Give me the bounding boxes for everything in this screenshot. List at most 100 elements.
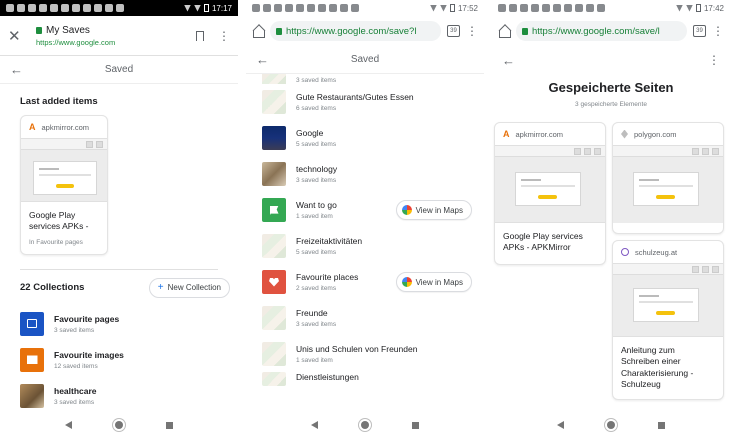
list-item[interactable]: Favourite places 2 saved items View in Ma…	[246, 264, 484, 300]
bookmark-icon[interactable]	[196, 30, 204, 41]
collection-name: Freizeitaktivitäten	[296, 236, 363, 246]
page-thumbnail	[613, 145, 723, 223]
home-icon[interactable]	[498, 25, 511, 38]
more-menu-icon[interactable]: ⋮	[712, 25, 724, 37]
chrome-toolbar: https://www.google.com/save/l 39 ⋮	[492, 16, 730, 46]
collection-count: 3 saved items	[296, 77, 337, 84]
status-time: 17:17	[211, 3, 232, 13]
collection-count: 1 saved item	[296, 213, 333, 220]
notification-icon	[520, 4, 528, 12]
collection-item[interactable]: healthcare 3 saved items	[0, 378, 238, 414]
collection-list: Gute Restaurants/Gutes Essen 6 saved item…	[246, 84, 484, 388]
collection-item[interactable]: Favourite pages 3 saved items	[0, 306, 238, 342]
nav-recents-icon[interactable]	[165, 421, 173, 429]
list-item[interactable]: Unis und Schulen von Freunden 1 saved ite…	[246, 336, 484, 372]
collection-count: 3 saved items	[54, 398, 95, 406]
notification-icon	[83, 4, 91, 12]
collection-name: technology	[296, 164, 338, 174]
card-subtitle: In Favourite pages	[29, 238, 83, 246]
wifi-icon	[675, 4, 683, 12]
collection-name: Favourite places	[296, 272, 359, 282]
status-bar: 17:17	[0, 0, 238, 16]
list-item[interactable]: Google 5 saved items	[246, 120, 484, 156]
collection-count: 12 saved items	[54, 362, 98, 370]
back-arrow-icon[interactable]: ←	[256, 52, 272, 67]
saved-header: ← Saved	[0, 56, 238, 84]
nav-home-icon[interactable]	[114, 421, 123, 429]
nav-back-icon[interactable]	[65, 421, 73, 429]
notification-icon	[498, 4, 506, 12]
collections-header: 22 Collections + New Collection	[0, 270, 238, 306]
tab-switcher-icon[interactable]: 39	[693, 25, 706, 37]
status-bar: 17:52	[246, 0, 484, 16]
list-item[interactable]: Freizeitaktivitäten 5 saved items	[246, 228, 484, 264]
nav-back-icon[interactable]	[311, 421, 319, 429]
home-icon[interactable]	[252, 25, 265, 38]
collections-count: 22 Collections	[20, 282, 85, 294]
nav-home-icon[interactable]	[606, 421, 615, 429]
saved-title: Saved	[350, 54, 380, 65]
collection-name: Favourite pages	[54, 313, 120, 324]
url-bar[interactable]: https://www.google.com/save?l	[270, 21, 441, 41]
system-nav-bar	[492, 412, 730, 438]
more-menu-icon[interactable]: ⋮	[218, 30, 230, 42]
last-added-card[interactable]: Aapkmirror.com Google Play services APKs…	[20, 115, 108, 255]
card-domain: apkmirror.com	[515, 129, 564, 139]
notification-icons	[252, 4, 430, 12]
plus-icon: +	[157, 281, 164, 293]
nav-recents-icon[interactable]	[411, 421, 419, 429]
phone-my-saves: 17:17 ✕ My Saves https://www.google.com …	[0, 0, 238, 438]
nav-recents-icon[interactable]	[657, 421, 665, 429]
notification-icon	[28, 4, 36, 12]
notification-icon	[72, 4, 80, 12]
list-item[interactable]: Dienstleistungen	[246, 372, 484, 388]
card-title	[613, 223, 723, 233]
photo-thumbnail	[262, 126, 286, 150]
collection-count: 5 saved items	[296, 249, 337, 256]
system-nav-bar	[0, 412, 238, 438]
tab-switcher-icon[interactable]: 39	[447, 25, 460, 37]
view-in-maps-button[interactable]: View in Maps	[395, 200, 472, 220]
battery-icon	[695, 4, 701, 12]
lock-icon	[276, 27, 282, 35]
signal-icon	[439, 4, 447, 12]
phone-saved-list: 17:52 https://www.google.com/save?l 39 ⋮…	[246, 0, 484, 438]
card-title: Google Play services APKs - APKMirror	[503, 231, 583, 253]
list-item[interactable]: technology 3 saved items	[246, 156, 484, 192]
saved-page-card[interactable]: polygon.com	[612, 122, 724, 234]
list-item[interactable]: Gute Restaurants/Gutes Essen 6 saved item…	[246, 84, 484, 120]
collection-count: 6 saved items	[296, 105, 337, 112]
nav-home-icon[interactable]	[360, 421, 369, 429]
card-title: Anleitung zum Schreiben einer Charakteri…	[621, 345, 694, 390]
url-bar[interactable]: https://www.google.com/save/l	[516, 21, 687, 41]
saved-page-card[interactable]: schulzeug.at Anleitung zum Schreiben ein…	[612, 240, 724, 400]
back-arrow-icon[interactable]: ←	[502, 53, 518, 68]
collection-count: 3 saved items	[296, 321, 337, 328]
notification-icon	[542, 4, 550, 12]
back-arrow-icon[interactable]: ←	[10, 62, 26, 77]
nav-back-icon[interactable]	[557, 421, 565, 429]
apkmirror-favicon-icon: A	[503, 129, 510, 139]
map-thumbnail	[262, 234, 286, 258]
saved-page-card[interactable]: Aapkmirror.com Google Play services APKs…	[494, 122, 606, 265]
notification-icon	[575, 4, 583, 12]
collection-item[interactable]: Favourite images 12 saved items	[0, 342, 238, 378]
list-item[interactable]: Want to go 1 saved item View in Maps	[246, 192, 484, 228]
new-collection-button[interactable]: + New Collection	[148, 277, 230, 298]
flag-icon	[262, 198, 286, 222]
more-menu-icon[interactable]: ⋮	[708, 54, 720, 66]
notification-icon	[564, 4, 572, 12]
web-page-icon	[20, 311, 44, 336]
wifi-icon	[429, 4, 437, 12]
page-thumbnail	[613, 263, 723, 337]
saved-title: Saved	[104, 64, 134, 75]
list-item[interactable]: Freunde 3 saved items	[246, 300, 484, 336]
close-icon[interactable]: ✕	[8, 27, 30, 45]
notification-icon	[351, 4, 359, 12]
chrome-toolbar: https://www.google.com/save?l 39 ⋮	[246, 16, 484, 46]
notification-icon	[61, 4, 69, 12]
card-title: Google Play services APKs -	[29, 210, 89, 232]
view-in-maps-button[interactable]: View in Maps	[395, 272, 472, 292]
more-menu-icon[interactable]: ⋮	[466, 25, 478, 37]
notification-icons	[6, 4, 184, 12]
